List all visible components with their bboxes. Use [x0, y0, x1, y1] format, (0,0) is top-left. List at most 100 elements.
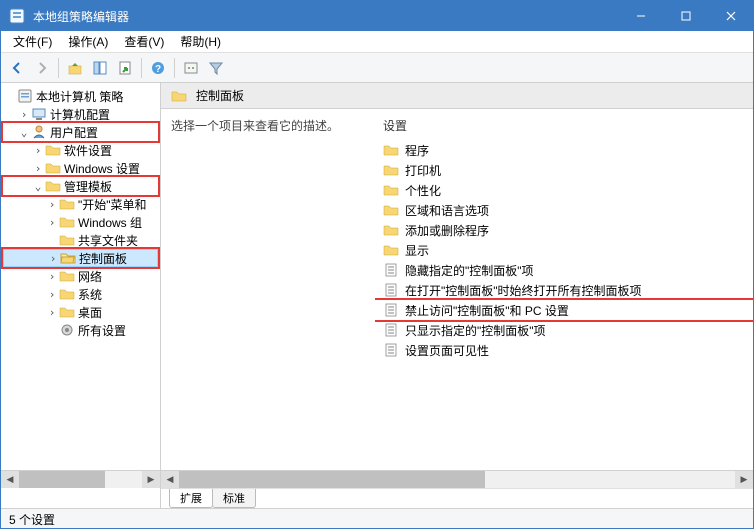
horizontal-scrollbar[interactable]: ◀ ▶	[161, 470, 753, 488]
tree-admin-templates[interactable]: ⌄ 管理模板	[3, 177, 158, 195]
policy-icon	[383, 262, 399, 278]
tree-shared-folders[interactable]: 共享文件夹	[3, 231, 158, 249]
menu-view[interactable]: 查看(V)	[116, 31, 172, 52]
setting-add-remove[interactable]: 添加或删除程序	[375, 220, 753, 240]
folder-icon	[383, 242, 399, 258]
expand-icon[interactable]: ›	[45, 216, 59, 229]
filter-button[interactable]	[204, 56, 228, 80]
minimize-button[interactable]	[618, 1, 663, 31]
tree-network[interactable]: › 网络	[3, 267, 158, 285]
policy-root-icon	[17, 88, 33, 104]
setting-personalization[interactable]: 个性化	[375, 180, 753, 200]
scroll-left-button[interactable]: ◀	[161, 471, 179, 488]
folder-icon	[59, 214, 75, 230]
tree-root-label: 本地计算机 策略	[36, 88, 123, 105]
scroll-left-button[interactable]: ◀	[1, 471, 19, 488]
back-button[interactable]	[5, 56, 29, 80]
setting-show-only[interactable]: 只显示指定的"控制面板"项	[375, 320, 753, 340]
expand-icon[interactable]: ›	[45, 288, 59, 301]
tree-system[interactable]: › 系统	[3, 285, 158, 303]
setting-programs[interactable]: 程序	[375, 140, 753, 160]
tab-standard[interactable]: 标准	[212, 489, 256, 508]
detail-pane: 控制面板 选择一个项目来查看它的描述。 设置 程序 打印机 个性化 区域和语言选…	[161, 83, 753, 508]
folder-open-icon	[60, 250, 76, 266]
tree-pane[interactable]: 本地计算机 策略 › 计算机配置 ⌄ 用户配置 › 软件设置 › Windows…	[1, 83, 161, 508]
detail-header: 控制面板	[161, 83, 753, 109]
tree-start-menu[interactable]: › "开始"菜单和	[3, 195, 158, 213]
description-text: 选择一个项目来查看它的描述。	[171, 117, 365, 134]
collapse-icon[interactable]: ⌄	[17, 126, 31, 139]
setting-region-language[interactable]: 区域和语言选项	[375, 200, 753, 220]
tree-all-settings[interactable]: 所有设置	[3, 321, 158, 339]
scroll-thumb[interactable]	[19, 471, 105, 488]
settings-column-header[interactable]: 设置	[375, 115, 753, 140]
options-button[interactable]	[179, 56, 203, 80]
expand-icon[interactable]: ›	[31, 144, 45, 157]
folder-icon	[59, 232, 75, 248]
setting-label: 在打开"控制面板"时始终打开所有控制面板项	[405, 282, 642, 299]
setting-hide-items[interactable]: 隐藏指定的"控制面板"项	[375, 260, 753, 280]
statusbar: 5 个设置	[1, 508, 753, 528]
tree-desktop[interactable]: › 桌面	[3, 303, 158, 321]
menu-help[interactable]: 帮助(H)	[172, 31, 229, 52]
tree-software-settings[interactable]: › 软件设置	[3, 141, 158, 159]
folder-icon	[59, 268, 75, 284]
tree-computer-config[interactable]: › 计算机配置	[3, 105, 158, 123]
folder-icon	[383, 222, 399, 238]
tree-user-config[interactable]: ⌄ 用户配置	[3, 123, 158, 141]
help-button[interactable]: ?	[146, 56, 170, 80]
folder-icon	[59, 286, 75, 302]
folder-icon	[383, 202, 399, 218]
setting-always-open-all[interactable]: 在打开"控制面板"时始终打开所有控制面板项	[375, 280, 753, 300]
tree-windows-components[interactable]: › Windows 组	[3, 213, 158, 231]
scroll-thumb[interactable]	[179, 471, 485, 488]
expand-icon[interactable]: ›	[45, 198, 59, 211]
scroll-track[interactable]	[179, 471, 735, 488]
folder-icon	[59, 196, 75, 212]
export-list-button[interactable]	[113, 56, 137, 80]
setting-page-visibility[interactable]: 设置页面可见性	[375, 340, 753, 360]
tree-windows-settings[interactable]: › Windows 设置	[3, 159, 158, 177]
app-icon	[9, 8, 25, 24]
tree-horizontal-scrollbar[interactable]: ◀ ▶	[1, 470, 161, 488]
view-tabs: 扩展 标准	[161, 488, 753, 508]
tree-label: 管理模板	[64, 178, 112, 195]
settings-icon	[59, 322, 75, 338]
tree-label: "开始"菜单和	[78, 196, 147, 213]
scroll-right-button[interactable]: ▶	[142, 471, 160, 488]
menu-action[interactable]: 操作(A)	[60, 31, 116, 52]
scroll-right-button[interactable]: ▶	[735, 471, 753, 488]
tab-extended[interactable]: 扩展	[169, 489, 213, 508]
forward-button[interactable]	[30, 56, 54, 80]
folder-icon	[383, 142, 399, 158]
show-hide-tree-button[interactable]	[88, 56, 112, 80]
folder-icon	[45, 160, 61, 176]
folder-icon	[59, 304, 75, 320]
settings-list[interactable]: 设置 程序 打印机 个性化 区域和语言选项 添加或删除程序 显示 隐藏指定的"控…	[375, 109, 753, 470]
expand-icon[interactable]: ›	[45, 270, 59, 283]
menu-file[interactable]: 文件(F)	[5, 31, 60, 52]
policy-icon	[383, 322, 399, 338]
setting-display[interactable]: 显示	[375, 240, 753, 260]
setting-label: 添加或删除程序	[405, 222, 489, 239]
menubar: 文件(F) 操作(A) 查看(V) 帮助(H)	[1, 31, 753, 53]
expand-icon[interactable]: ›	[31, 162, 45, 175]
scroll-track[interactable]	[19, 471, 142, 488]
tree-label: 系统	[78, 286, 102, 303]
expand-icon[interactable]: ›	[45, 306, 59, 319]
window-title: 本地组策略编辑器	[33, 8, 618, 25]
maximize-button[interactable]	[663, 1, 708, 31]
close-button[interactable]	[708, 1, 753, 31]
tree-label: 共享文件夹	[78, 232, 138, 249]
setting-prohibit-access[interactable]: 禁止访问"控制面板"和 PC 设置	[375, 300, 753, 320]
toolbar-separator	[141, 58, 142, 78]
tree-label: 计算机配置	[50, 106, 110, 123]
setting-printers[interactable]: 打印机	[375, 160, 753, 180]
up-button[interactable]	[63, 56, 87, 80]
tree-control-panel[interactable]: › 控制面板	[3, 249, 158, 267]
collapse-icon[interactable]: ⌄	[31, 180, 45, 193]
expand-icon[interactable]: ›	[17, 108, 31, 121]
detail-body: 选择一个项目来查看它的描述。 设置 程序 打印机 个性化 区域和语言选项 添加或…	[161, 109, 753, 470]
expand-icon[interactable]: ›	[46, 252, 60, 265]
tree-root[interactable]: 本地计算机 策略	[3, 87, 158, 105]
